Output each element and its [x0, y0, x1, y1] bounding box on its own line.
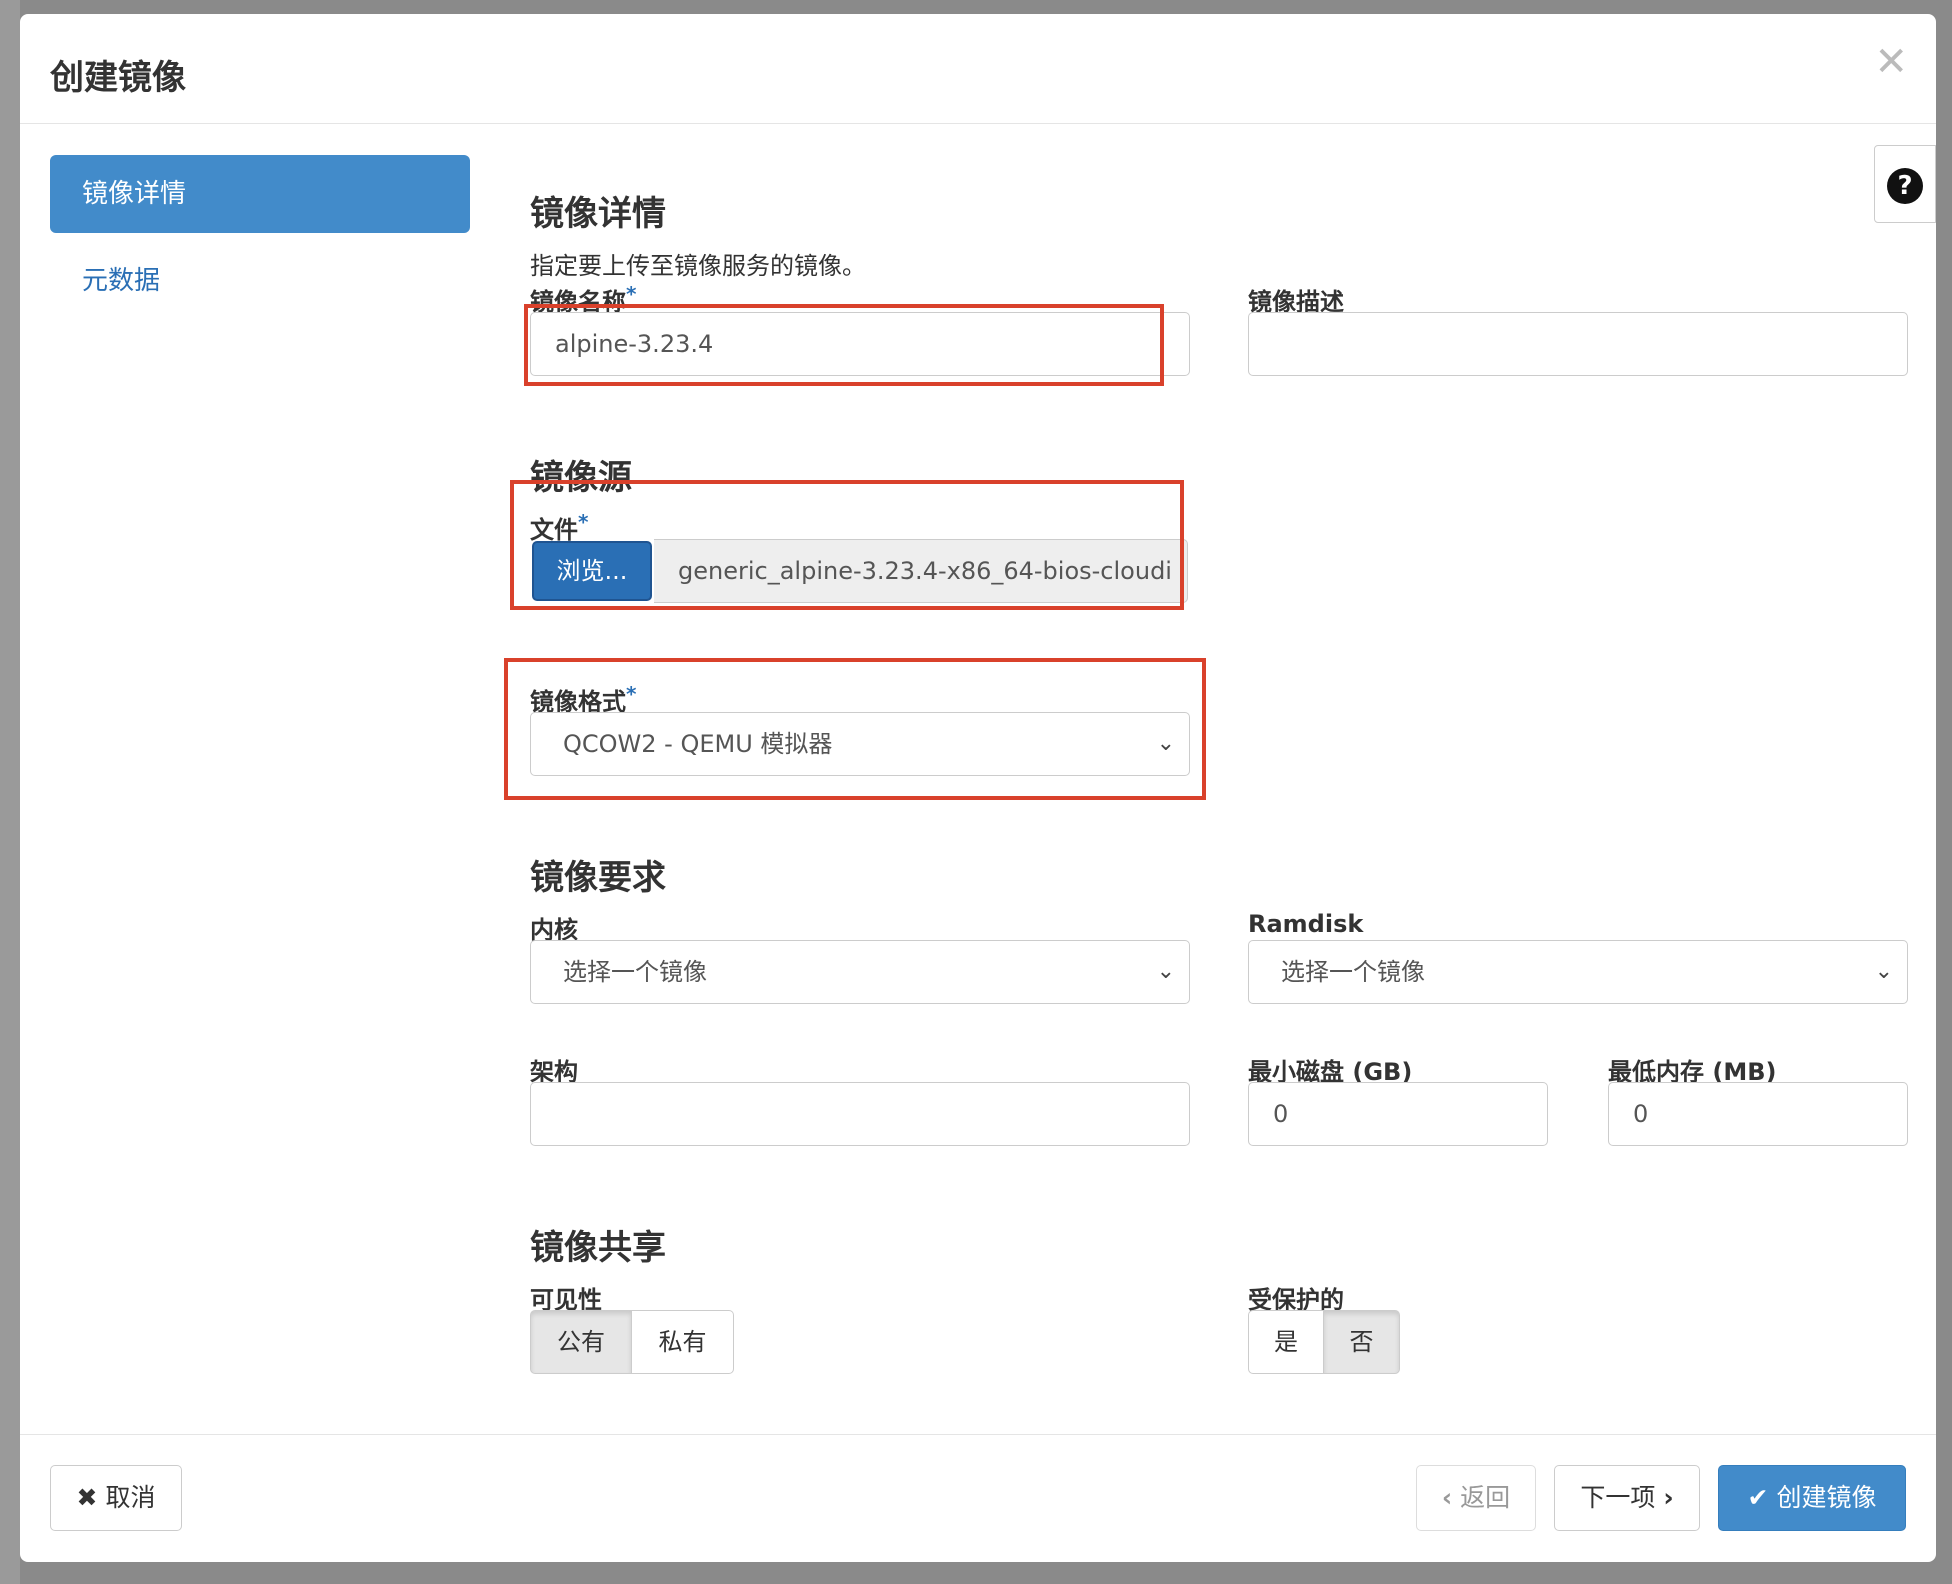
- required-mark: *: [626, 282, 637, 306]
- create-image-button[interactable]: ✔ 创建镜像: [1718, 1465, 1906, 1531]
- background-page: [0, 0, 20, 1584]
- nav-item-metadata[interactable]: 元数据: [82, 260, 160, 297]
- sharing-heading: 镜像共享: [530, 1228, 666, 1268]
- modal-title: 创建镜像: [50, 58, 186, 98]
- back-button[interactable]: ‹ 返回: [1416, 1465, 1536, 1531]
- highlight-box-name: [524, 304, 1164, 386]
- details-description: 指定要上传至镜像服务的镜像。: [530, 252, 866, 280]
- highlight-box-file: [510, 480, 1184, 610]
- help-button[interactable]: ?: [1874, 145, 1936, 223]
- requirements-heading: 镜像要求: [530, 858, 666, 898]
- modal-header: 创建镜像 ✕: [20, 14, 1936, 124]
- ramdisk-select[interactable]: 选择一个镜像 ⌄: [1248, 940, 1908, 1004]
- cancel-button[interactable]: ✖ 取消: [50, 1465, 182, 1531]
- desc-input[interactable]: [1248, 312, 1908, 376]
- protected-toggle: 是 否: [1248, 1310, 1400, 1374]
- close-icon: ✖: [76, 1483, 98, 1512]
- check-icon: ✔: [1747, 1483, 1769, 1512]
- kernel-select[interactable]: 选择一个镜像 ⌄: [530, 940, 1190, 1004]
- chevron-down-icon: ⌄: [1874, 959, 1893, 984]
- chevron-down-icon: ⌄: [1156, 959, 1175, 984]
- protected-yes-button[interactable]: 是: [1248, 1310, 1324, 1374]
- highlight-box-format: [504, 658, 1206, 800]
- chevron-right-icon: ›: [1663, 1483, 1674, 1512]
- chevron-left-icon: ‹: [1441, 1483, 1453, 1512]
- nav-item-image-details[interactable]: 镜像详情: [50, 155, 470, 233]
- arch-input[interactable]: [530, 1082, 1190, 1146]
- modal-footer: ✖ 取消 ‹ 返回 下一项 › ✔ 创建镜像: [20, 1434, 1936, 1562]
- min-ram-input[interactable]: 0: [1608, 1082, 1908, 1146]
- ramdisk-label: Ramdisk: [1248, 910, 1364, 938]
- visibility-toggle: 公有 私有: [530, 1310, 734, 1374]
- close-icon[interactable]: ✕: [1874, 42, 1908, 82]
- visibility-public-button[interactable]: 公有: [530, 1310, 632, 1374]
- protected-no-button[interactable]: 否: [1324, 1310, 1400, 1374]
- next-button[interactable]: 下一项 ›: [1554, 1465, 1700, 1531]
- visibility-private-button[interactable]: 私有: [632, 1310, 734, 1374]
- question-icon: ?: [1887, 168, 1923, 204]
- details-heading: 镜像详情: [530, 194, 666, 234]
- min-disk-input[interactable]: 0: [1248, 1082, 1548, 1146]
- create-image-modal: 创建镜像 ✕ 镜像详情 元数据 ? 镜像详情 指定要上传至镜像服务的镜像。 镜像…: [20, 14, 1936, 1562]
